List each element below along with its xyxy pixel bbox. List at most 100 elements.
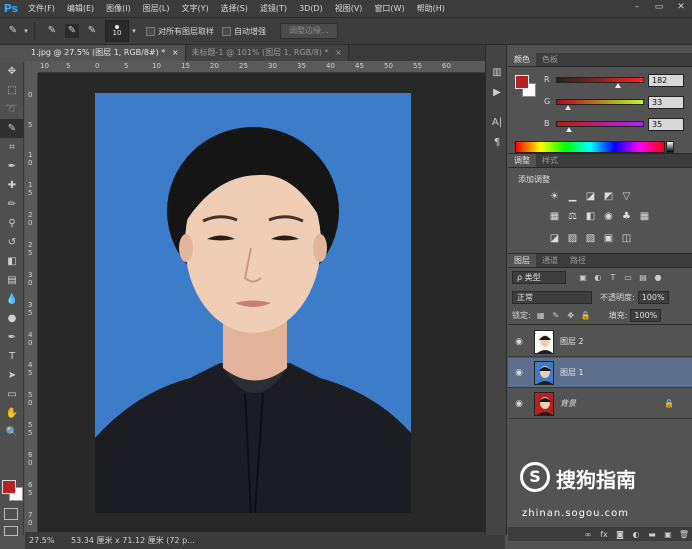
fill-input[interactable]: 100% (630, 309, 662, 322)
quick-mask-icon[interactable] (4, 508, 18, 520)
vibrance-icon[interactable]: ▽ (620, 190, 633, 203)
document-info[interactable]: 53.34 厘米 x 71.12 厘米 (72 p... (63, 535, 195, 546)
crop-tool-icon[interactable]: ⌗ (0, 138, 24, 157)
menu-select[interactable]: 选择(S) (215, 0, 254, 17)
minimize-button[interactable]: – (630, 0, 644, 14)
add-mask-icon[interactable]: ◙ (612, 530, 628, 539)
pen-tool-icon[interactable]: ✒ (0, 328, 24, 347)
character-icon[interactable]: A| (486, 113, 508, 133)
filter-adjustment-icon[interactable]: ◐ (593, 273, 603, 283)
menu-window[interactable]: 窗口(W) (368, 0, 410, 17)
curves-icon[interactable]: ◪ (584, 190, 597, 203)
green-channel-slider[interactable] (556, 99, 644, 110)
eyedropper-tool-icon[interactable]: ✒ (0, 157, 24, 176)
hue-saturation-icon[interactable]: ▦ (548, 210, 561, 223)
zoom-level[interactable]: 27.5% (25, 536, 63, 545)
brush-size-picker[interactable]: 10 (105, 20, 129, 42)
tab-channels[interactable]: 通道 (536, 254, 564, 267)
lock-position-icon[interactable]: ✥ (566, 311, 576, 321)
menu-filter[interactable]: 滤镜(T) (254, 0, 293, 17)
new-group-icon[interactable]: ▬ (644, 530, 660, 539)
visibility-eye-icon[interactable]: ◉ (508, 399, 530, 409)
threshold-icon[interactable]: ▨ (584, 232, 597, 245)
menu-layer[interactable]: 图层(L) (137, 0, 176, 17)
foreground-color-swatch[interactable] (2, 480, 16, 494)
gradient-tool-icon[interactable]: ▤ (0, 271, 24, 290)
blur-tool-icon[interactable]: 💧 (0, 290, 24, 309)
foreground-color-swatch[interactable] (515, 75, 529, 89)
lasso-tool-icon[interactable]: ➰ (0, 100, 24, 119)
actions-icon[interactable]: ▶ (486, 83, 508, 103)
black-white-icon[interactable]: ◧ (584, 210, 597, 223)
shape-tool-icon[interactable]: ▭ (0, 385, 24, 404)
tab-close-icon[interactable]: × (335, 48, 342, 57)
blend-mode-select[interactable]: 正常 (512, 291, 592, 304)
slider-thumb-icon[interactable] (566, 127, 573, 132)
slider-thumb-icon[interactable] (565, 105, 572, 110)
healing-brush-tool-icon[interactable]: ✚ (0, 176, 24, 195)
auto-enhance-checkbox[interactable] (222, 26, 231, 36)
new-adjustment-icon[interactable]: ◐ (628, 530, 644, 539)
filter-smart-object-icon[interactable]: ▤ (638, 273, 648, 283)
move-tool-icon[interactable]: ✥ (0, 62, 24, 81)
opacity-input[interactable]: 100% (637, 291, 669, 304)
refine-edge-button[interactable]: 调整边缘... (280, 23, 338, 39)
eraser-tool-icon[interactable]: ◧ (0, 252, 24, 271)
levels-icon[interactable]: ▁ (566, 190, 579, 203)
posterize-icon[interactable]: ▨ (566, 232, 579, 245)
new-layer-icon[interactable]: ▣ (660, 530, 676, 539)
path-selection-tool-icon[interactable]: ➤ (0, 366, 24, 385)
layer-filter-select[interactable]: ρ 类型 (512, 271, 566, 284)
tool-preset-chevron-icon[interactable]: ▾ (22, 24, 30, 38)
hand-tool-icon[interactable]: ✋ (0, 404, 24, 423)
vertical-ruler[interactable]: 0 5 1 0 1 5 2 0 2 5 3 0 3 5 4 0 4 5 5 0 … (25, 73, 38, 532)
history-icon[interactable]: ▥ (486, 63, 508, 83)
tab-adjustments[interactable]: 调整 (508, 154, 536, 167)
brightness-contrast-icon[interactable]: ☀ (548, 190, 561, 203)
grayscale-ramp[interactable] (666, 141, 674, 153)
tab-color[interactable]: 颜色 (508, 53, 536, 66)
slider-thumb-icon[interactable] (615, 83, 622, 88)
sample-all-layers-checkbox[interactable] (146, 26, 155, 36)
marquee-tool-icon[interactable]: ⬚ (0, 81, 24, 100)
menu-view[interactable]: 视图(V) (329, 0, 369, 17)
quick-selection-tool-icon[interactable]: ✎ (6, 24, 20, 38)
menu-image[interactable]: 图像(I) (100, 0, 137, 17)
close-button[interactable]: ✕ (674, 0, 688, 14)
clone-stamp-tool-icon[interactable]: ⚲ (0, 214, 24, 233)
menu-3d[interactable]: 3D(D) (293, 0, 329, 17)
color-spectrum-bar[interactable] (515, 141, 665, 153)
menu-file[interactable]: 文件(F) (22, 0, 61, 17)
invert-icon[interactable]: ◪ (548, 232, 561, 245)
delete-layer-icon[interactable]: 🗑 (676, 530, 692, 539)
layer-style-icon[interactable]: fx (596, 530, 612, 539)
layer-row[interactable]: ◉ 背景 🔒 (508, 389, 692, 419)
layer-row[interactable]: ◉ 图层 1 (508, 358, 692, 388)
new-selection-icon[interactable]: ✎ (45, 24, 59, 38)
red-channel-slider[interactable] (556, 77, 644, 88)
color-balance-icon[interactable]: ⚖ (566, 210, 579, 223)
ruler-origin[interactable] (25, 61, 38, 73)
tab-close-icon[interactable]: × (172, 48, 179, 57)
brush-chevron-icon[interactable]: ▾ (130, 24, 138, 38)
blue-channel-input[interactable]: 35 (648, 118, 684, 131)
add-to-selection-icon[interactable]: ✎ (65, 24, 79, 38)
green-channel-input[interactable]: 33 (648, 96, 684, 109)
color-lookup-icon[interactable]: ▦ (638, 210, 651, 223)
red-channel-input[interactable]: 182 (648, 74, 684, 87)
lock-image-icon[interactable]: ✎ (551, 311, 561, 321)
menu-help[interactable]: 帮助(H) (411, 0, 451, 17)
paragraph-icon[interactable]: ¶ (486, 133, 508, 153)
restore-button[interactable]: ▭ (652, 0, 666, 14)
filter-pixel-icon[interactable]: ▣ (578, 273, 588, 283)
tab-document-2[interactable]: 未标题-1 @ 101% (图层 1, RGB/8) * × (185, 45, 349, 61)
quick-selection-tool-icon[interactable]: ✎ (0, 119, 24, 138)
type-tool-icon[interactable]: T (0, 347, 24, 366)
tab-paths[interactable]: 路径 (564, 254, 592, 267)
menu-type[interactable]: 文字(Y) (175, 0, 214, 17)
selective-color-icon[interactable]: ▣ (602, 232, 615, 245)
tab-layers[interactable]: 图层 (508, 254, 536, 267)
portrait-photo[interactable] (95, 93, 411, 513)
brush-tool-icon[interactable]: ✏ (0, 195, 24, 214)
channel-mixer-icon[interactable]: ♣ (620, 210, 633, 223)
